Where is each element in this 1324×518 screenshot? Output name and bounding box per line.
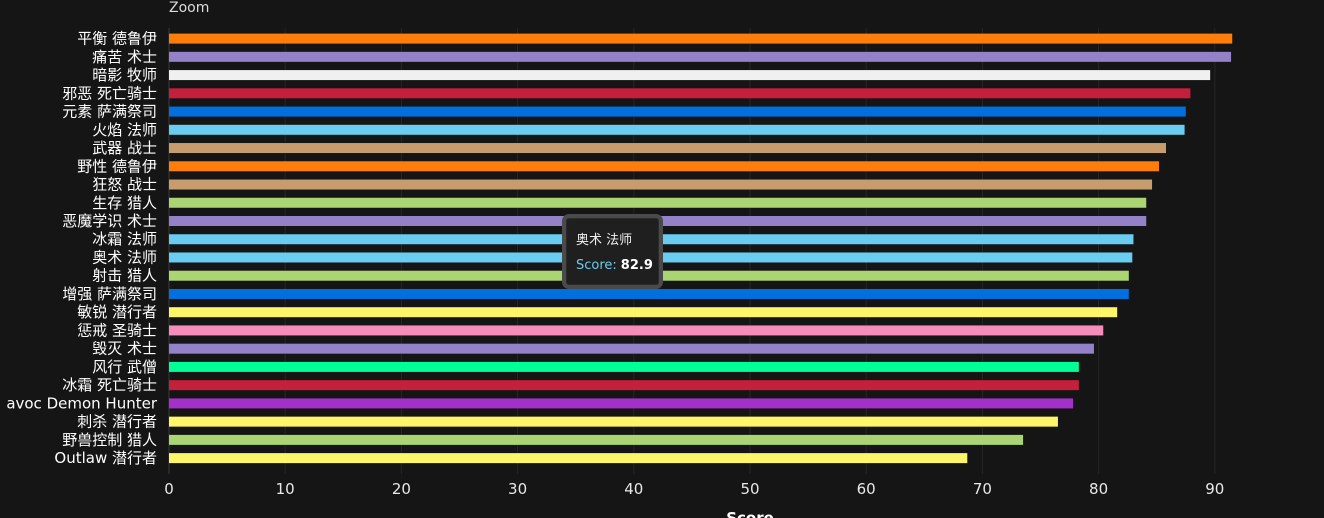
y-category-label: avoc Demon Hunter	[6, 394, 158, 412]
bar[interactable]	[169, 143, 1166, 154]
y-category-label: 元素 萨满祭司	[62, 103, 157, 121]
bar[interactable]	[169, 197, 1147, 208]
y-category-label: 刺杀 潜行者	[77, 413, 157, 431]
chart-tooltip: 奥术 法师 Score: 82.9	[562, 214, 663, 289]
bars-group	[169, 33, 1233, 464]
bar[interactable]	[169, 361, 1079, 372]
tooltip-score-key: Score:	[576, 258, 617, 273]
y-category-label: 野兽控制 猎人	[62, 431, 157, 449]
x-tick-label: 60	[857, 480, 876, 498]
x-tick-label: 10	[276, 480, 295, 498]
x-tick-label: 20	[392, 480, 411, 498]
y-category-label: 恶魔学识 术士	[62, 212, 157, 230]
y-category-label: 冰霜 法师	[92, 230, 157, 248]
x-tick-label: 90	[1205, 480, 1224, 498]
y-category-label: 暗影 牧师	[92, 66, 157, 84]
tooltip-score-value: 82.9	[620, 258, 653, 273]
bar[interactable]	[169, 380, 1079, 391]
bar[interactable]	[169, 161, 1160, 172]
bar[interactable]	[169, 434, 1024, 445]
y-category-label: 冰霜 死亡骑士	[62, 376, 157, 394]
y-axis-labels: 平衡 德鲁伊痛苦 术士暗影 牧师邪恶 死亡骑士元素 萨满祭司火焰 法师武器 战士…	[6, 30, 158, 468]
bar[interactable]	[169, 307, 1118, 318]
y-category-label: 风行 武僧	[92, 358, 157, 376]
y-category-label: 平衡 德鲁伊	[77, 30, 157, 48]
bar[interactable]	[169, 88, 1191, 99]
x-tick-label: 50	[740, 480, 759, 498]
x-tick-label: 30	[508, 480, 527, 498]
bar[interactable]	[169, 288, 1129, 299]
x-tick-label: 0	[164, 480, 174, 498]
y-category-label: 野性 德鲁伊	[77, 157, 157, 175]
y-category-label: 武器 战士	[92, 139, 157, 157]
bar[interactable]	[169, 325, 1104, 336]
bar[interactable]	[169, 124, 1185, 135]
bar[interactable]	[169, 416, 1058, 427]
bar[interactable]	[169, 70, 1211, 81]
bar[interactable]	[169, 51, 1232, 62]
tooltip-score-row: Score: 82.9	[576, 258, 653, 274]
tooltip-title: 奥术 法师	[576, 233, 633, 248]
zoom-button[interactable]: Zoom	[169, 0, 209, 16]
x-tick-label: 70	[973, 480, 992, 498]
y-category-label: 敏锐 潜行者	[77, 303, 157, 321]
y-category-label: 射击 猎人	[92, 267, 157, 285]
y-category-label: 火焰 法师	[92, 121, 157, 139]
y-category-label: 毁灭 术士	[92, 340, 157, 358]
y-category-label: 狂怒 战士	[92, 176, 157, 194]
bar[interactable]	[169, 398, 1074, 409]
bar[interactable]	[169, 179, 1153, 190]
y-category-label: 增强 萨满祭司	[62, 285, 157, 303]
y-category-label: 生存 猎人	[92, 194, 157, 212]
y-category-label: 邪恶 死亡骑士	[62, 84, 157, 102]
x-axis-label: Score	[726, 509, 774, 518]
bar[interactable]	[169, 106, 1186, 117]
x-tick-label: 40	[624, 480, 643, 498]
x-tick-label: 80	[1089, 480, 1108, 498]
y-category-label: 奥术 法师	[92, 248, 157, 266]
bar[interactable]	[169, 33, 1233, 44]
y-category-label: 痛苦 术士	[92, 48, 157, 66]
bar[interactable]	[169, 453, 968, 464]
x-axis-ticks: 01020304050607080901	[164, 480, 1224, 498]
y-category-label: 惩戒 圣骑士	[77, 321, 157, 339]
bar[interactable]	[169, 343, 1094, 354]
y-category-label: Outlaw 潜行者	[54, 449, 157, 467]
